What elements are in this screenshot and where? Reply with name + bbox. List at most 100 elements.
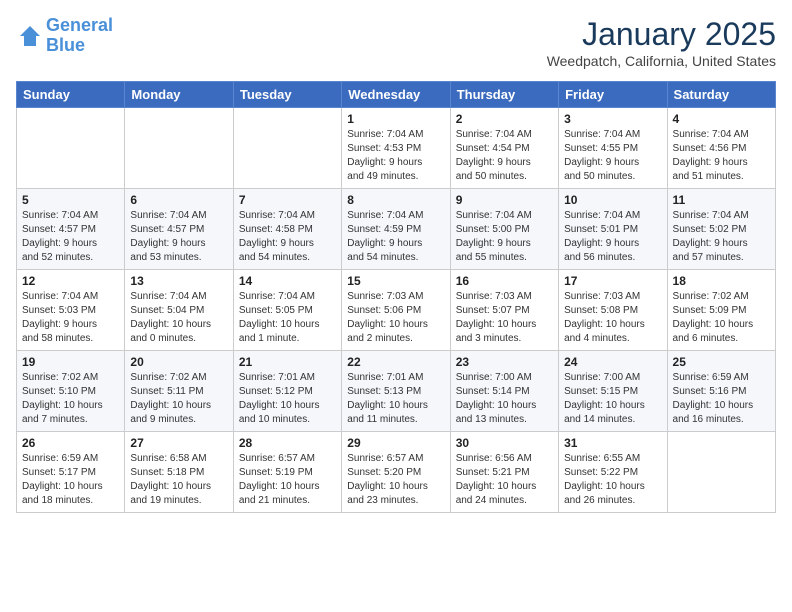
calendar-cell	[667, 432, 775, 513]
day-number: 9	[456, 193, 553, 207]
logo-text: General	[46, 16, 113, 36]
day-number: 5	[22, 193, 119, 207]
calendar-cell: 11 Sunrise: 7:04 AM Sunset: 5:02 PM Dayli…	[667, 189, 775, 270]
calendar-cell	[125, 108, 233, 189]
day-info: Sunrise: 6:57 AM Sunset: 5:20 PM Dayligh…	[347, 452, 444, 508]
day-number: 8	[347, 193, 444, 207]
calendar-cell: 18 Sunrise: 7:02 AM Sunset: 5:09 PM Dayli…	[667, 270, 775, 351]
day-info: Sunrise: 7:04 AM Sunset: 5:00 PM Dayligh…	[456, 209, 553, 265]
day-info: Sunrise: 7:04 AM Sunset: 5:03 PM Dayligh…	[22, 290, 119, 346]
day-info: Sunrise: 7:02 AM Sunset: 5:09 PM Dayligh…	[673, 290, 770, 346]
month-title: January 2025	[547, 16, 776, 53]
calendar-cell: 4Sunrise: 7:04 AM Sunset: 4:56 PM Daylig…	[667, 108, 775, 189]
calendar-cell: 26Sunrise: 6:59 AM Sunset: 5:17 PM Dayli…	[17, 432, 125, 513]
day-number: 18	[673, 274, 770, 288]
weekday-header-monday: Monday	[125, 82, 233, 108]
day-info: Sunrise: 7:03 AM Sunset: 5:06 PM Dayligh…	[347, 290, 444, 346]
calendar-cell: 9 Sunrise: 7:04 AM Sunset: 5:00 PM Daylig…	[450, 189, 558, 270]
day-info: Sunrise: 7:04 AM Sunset: 4:54 PM Dayligh…	[456, 128, 553, 184]
day-number: 10	[564, 193, 661, 207]
weekday-header-thursday: Thursday	[450, 82, 558, 108]
day-number: 22	[347, 355, 444, 369]
location: Weedpatch, California, United States	[547, 53, 776, 69]
day-number: 23	[456, 355, 553, 369]
calendar-cell: 5Sunrise: 7:04 AM Sunset: 4:57 PM Daylig…	[17, 189, 125, 270]
calendar-cell: 6 Sunrise: 7:04 AM Sunset: 4:57 PM Daylig…	[125, 189, 233, 270]
day-number: 11	[673, 193, 770, 207]
weekday-header-row: SundayMondayTuesdayWednesdayThursdayFrid…	[17, 82, 776, 108]
weekday-header-friday: Friday	[559, 82, 667, 108]
title-block: January 2025 Weedpatch, California, Unit…	[547, 16, 776, 69]
day-info: Sunrise: 7:04 AM Sunset: 4:58 PM Dayligh…	[239, 209, 336, 265]
day-number: 21	[239, 355, 336, 369]
day-info: Sunrise: 6:55 AM Sunset: 5:22 PM Dayligh…	[564, 452, 661, 508]
week-row-4: 19 Sunrise: 7:02 AM Sunset: 5:10 PM Dayli…	[17, 351, 776, 432]
calendar-cell: 2Sunrise: 7:04 AM Sunset: 4:54 PM Daylig…	[450, 108, 558, 189]
calendar-cell	[17, 108, 125, 189]
calendar-cell	[233, 108, 341, 189]
day-number: 17	[564, 274, 661, 288]
day-number: 12	[22, 274, 119, 288]
calendar-cell: 25 Sunrise: 6:59 AM Sunset: 5:16 PM Dayli…	[667, 351, 775, 432]
day-info: Sunrise: 7:03 AM Sunset: 5:07 PM Dayligh…	[456, 290, 553, 346]
calendar-cell: 10 Sunrise: 7:04 AM Sunset: 5:01 PM Dayli…	[559, 189, 667, 270]
weekday-header-saturday: Saturday	[667, 82, 775, 108]
weekday-header-sunday: Sunday	[17, 82, 125, 108]
day-number: 14	[239, 274, 336, 288]
day-info: Sunrise: 7:04 AM Sunset: 5:01 PM Dayligh…	[564, 209, 661, 265]
calendar-cell: 1Sunrise: 7:04 AM Sunset: 4:53 PM Daylig…	[342, 108, 450, 189]
weekday-header-tuesday: Tuesday	[233, 82, 341, 108]
day-number: 30	[456, 436, 553, 450]
day-number: 19	[22, 355, 119, 369]
day-info: Sunrise: 7:01 AM Sunset: 5:12 PM Dayligh…	[239, 371, 336, 427]
day-number: 27	[130, 436, 227, 450]
calendar-cell: 7 Sunrise: 7:04 AM Sunset: 4:58 PM Daylig…	[233, 189, 341, 270]
day-number: 15	[347, 274, 444, 288]
day-number: 20	[130, 355, 227, 369]
calendar-cell: 20 Sunrise: 7:02 AM Sunset: 5:11 PM Dayli…	[125, 351, 233, 432]
day-info: Sunrise: 7:04 AM Sunset: 5:02 PM Dayligh…	[673, 209, 770, 265]
day-info: Sunrise: 6:57 AM Sunset: 5:19 PM Dayligh…	[239, 452, 336, 508]
day-info: Sunrise: 6:59 AM Sunset: 5:16 PM Dayligh…	[673, 371, 770, 427]
day-number: 3	[564, 112, 661, 126]
calendar-cell: 27 Sunrise: 6:58 AM Sunset: 5:18 PM Dayli…	[125, 432, 233, 513]
day-number: 29	[347, 436, 444, 450]
day-number: 6	[130, 193, 227, 207]
calendar-cell: 31 Sunrise: 6:55 AM Sunset: 5:22 PM Dayli…	[559, 432, 667, 513]
calendar-cell: 13Sunrise: 7:04 AM Sunset: 5:04 PM Dayli…	[125, 270, 233, 351]
day-info: Sunrise: 7:00 AM Sunset: 5:15 PM Dayligh…	[564, 371, 661, 427]
calendar: SundayMondayTuesdayWednesdayThursdayFrid…	[16, 81, 776, 513]
day-info: Sunrise: 7:04 AM Sunset: 4:55 PM Dayligh…	[564, 128, 661, 184]
day-info: Sunrise: 6:59 AM Sunset: 5:17 PM Dayligh…	[22, 452, 119, 508]
calendar-cell: 22 Sunrise: 7:01 AM Sunset: 5:13 PM Dayli…	[342, 351, 450, 432]
day-number: 4	[673, 112, 770, 126]
logo-icon	[16, 22, 44, 50]
day-info: Sunrise: 7:04 AM Sunset: 5:05 PM Dayligh…	[239, 290, 336, 346]
day-info: Sunrise: 7:04 AM Sunset: 4:57 PM Dayligh…	[130, 209, 227, 265]
logo: General Blue	[16, 16, 113, 56]
day-number: 7	[239, 193, 336, 207]
calendar-cell: 16 Sunrise: 7:03 AM Sunset: 5:07 PM Dayli…	[450, 270, 558, 351]
week-row-5: 26Sunrise: 6:59 AM Sunset: 5:17 PM Dayli…	[17, 432, 776, 513]
day-info: Sunrise: 7:01 AM Sunset: 5:13 PM Dayligh…	[347, 371, 444, 427]
logo-text-2: Blue	[46, 36, 113, 56]
calendar-cell: 3 Sunrise: 7:04 AM Sunset: 4:55 PM Daylig…	[559, 108, 667, 189]
calendar-cell: 19 Sunrise: 7:02 AM Sunset: 5:10 PM Dayli…	[17, 351, 125, 432]
day-info: Sunrise: 6:58 AM Sunset: 5:18 PM Dayligh…	[130, 452, 227, 508]
week-row-2: 5 Sunrise: 7:04 AM Sunset: 4:57 PM Daylig…	[17, 189, 776, 270]
day-info: Sunrise: 7:02 AM Sunset: 5:10 PM Dayligh…	[22, 371, 119, 427]
calendar-cell: 8Sunrise: 7:04 AM Sunset: 4:59 PM Daylig…	[342, 189, 450, 270]
day-info: Sunrise: 7:02 AM Sunset: 5:11 PM Dayligh…	[130, 371, 227, 427]
calendar-cell: 21 Sunrise: 7:01 AM Sunset: 5:12 PM Dayli…	[233, 351, 341, 432]
week-row-3: 12 Sunrise: 7:04 AM Sunset: 5:03 PM Dayli…	[17, 270, 776, 351]
day-info: Sunrise: 6:56 AM Sunset: 5:21 PM Dayligh…	[456, 452, 553, 508]
day-number: 28	[239, 436, 336, 450]
day-number: 16	[456, 274, 553, 288]
day-number: 1	[347, 112, 444, 126]
day-number: 25	[673, 355, 770, 369]
calendar-cell: 30 Sunrise: 6:56 AM Sunset: 5:21 PM Dayli…	[450, 432, 558, 513]
calendar-cell: 17Sunrise: 7:03 AM Sunset: 5:08 PM Dayli…	[559, 270, 667, 351]
calendar-cell: 24Sunrise: 7:00 AM Sunset: 5:15 PM Dayli…	[559, 351, 667, 432]
calendar-cell: 14 Sunrise: 7:04 AM Sunset: 5:05 PM Dayli…	[233, 270, 341, 351]
day-number: 31	[564, 436, 661, 450]
